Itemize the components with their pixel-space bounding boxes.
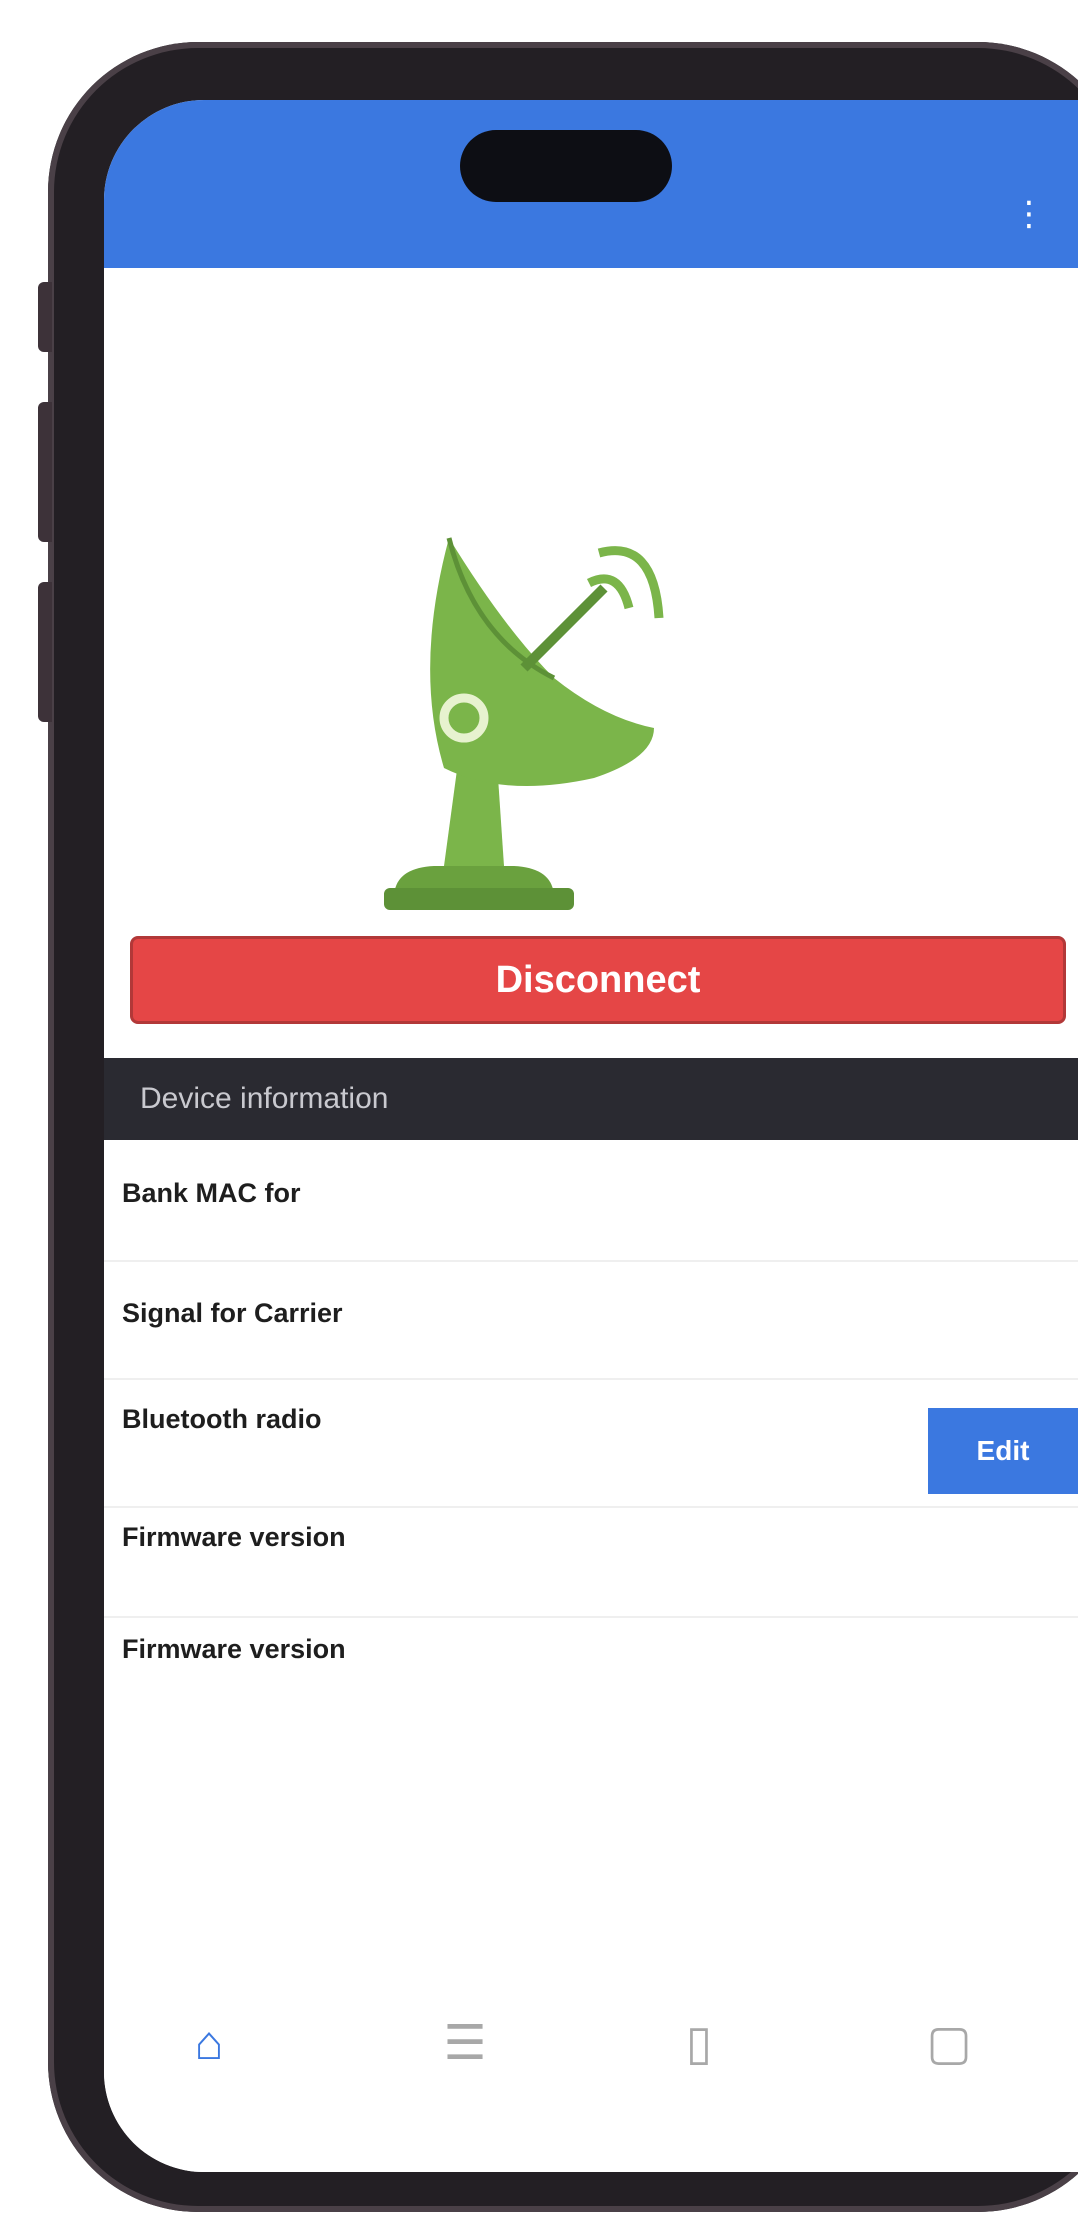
info-row-2: Bluetooth radio Edit xyxy=(104,1396,1078,1496)
volume-down-button xyxy=(38,582,52,722)
settings-icon: ▢ xyxy=(926,2017,972,2070)
info-row-1: Signal for Carrier xyxy=(104,1290,1078,1370)
tab-list[interactable]: ☰ xyxy=(410,2014,520,2080)
app-screen: ⋮ Disconnect Device information Bank MAC… xyxy=(104,100,1078,2172)
info-row-3: Firmware version xyxy=(104,1514,1078,1614)
tab-device[interactable]: ▯ xyxy=(644,2014,754,2080)
info-row-4: Firmware version xyxy=(104,1626,1078,1726)
home-icon: ⌂ xyxy=(194,2017,224,2070)
action-button xyxy=(38,282,52,352)
bottom-tab-bar: ⌂ ☰ ▯ ▢ xyxy=(104,1992,1078,2172)
volume-up-button xyxy=(38,402,52,542)
connection-hero xyxy=(104,268,1078,910)
info-label: Bank MAC for xyxy=(122,1178,301,1208)
disconnect-button[interactable]: Disconnect xyxy=(130,936,1066,1024)
divider xyxy=(104,1506,1078,1508)
info-label: Bluetooth radio xyxy=(122,1404,322,1434)
list-icon: ☰ xyxy=(443,2017,487,2070)
section-header: Device information xyxy=(104,1058,1078,1140)
info-label: Firmware version xyxy=(122,1522,346,1552)
satellite-dish-antenna-icon xyxy=(384,537,664,910)
info-row-0: Bank MAC for xyxy=(104,1170,1078,1250)
dynamic-island xyxy=(460,130,672,202)
edit-button[interactable]: Edit xyxy=(928,1408,1078,1494)
tab-home[interactable]: ⌂ xyxy=(154,2014,264,2080)
divider xyxy=(104,1260,1078,1262)
divider xyxy=(104,1378,1078,1380)
divider xyxy=(104,1616,1078,1618)
tab-settings[interactable]: ▢ xyxy=(894,2014,1004,2080)
info-label: Signal for Carrier xyxy=(122,1298,343,1328)
device-icon: ▯ xyxy=(685,2017,713,2070)
more-vertical-icon[interactable]: ⋮ xyxy=(1012,194,1046,234)
info-label: Firmware version xyxy=(122,1634,346,1664)
app-bar: ⋮ xyxy=(104,100,1078,268)
